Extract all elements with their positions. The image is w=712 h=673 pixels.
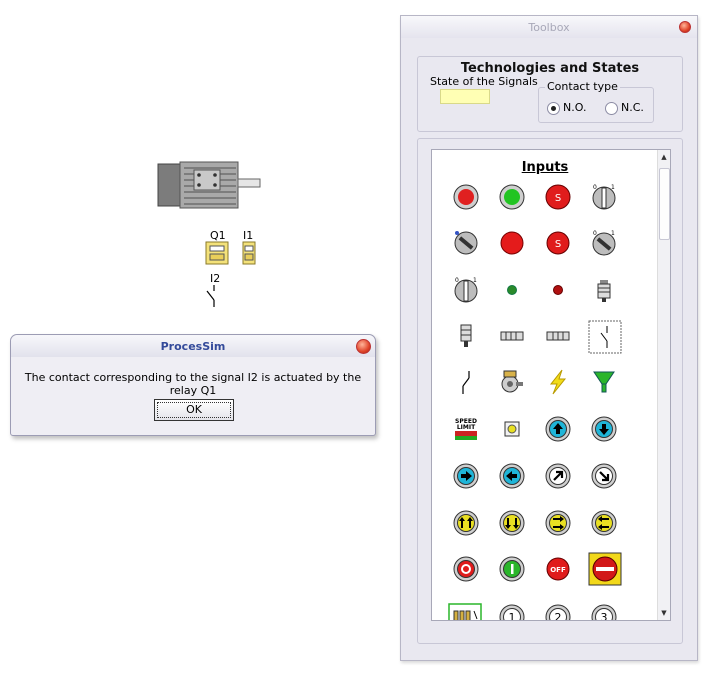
arrow-up-button-icon[interactable]: [544, 415, 572, 443]
lightning-icon[interactable]: [544, 368, 572, 396]
arrow-down-right-button-icon[interactable]: [590, 462, 618, 490]
double-arrow-down-button-icon[interactable]: [498, 509, 526, 537]
number-2-button-icon[interactable]: 2: [544, 603, 572, 621]
double-arrow-left-button-icon[interactable]: [590, 509, 618, 537]
yellow-square-button-icon[interactable]: [498, 415, 526, 443]
svg-text:1: 1: [473, 277, 477, 284]
contact-i2-label: I2: [210, 272, 221, 285]
ok-button[interactable]: OK: [154, 399, 234, 421]
contact-type-group: Contact type N.O. N.C.: [538, 80, 654, 123]
proximity-sensor-icon[interactable]: [590, 276, 618, 304]
number-3-button-icon[interactable]: 3: [590, 603, 618, 621]
photo-sensor-icon[interactable]: [498, 322, 526, 350]
svg-text:OFF: OFF: [550, 566, 566, 574]
relay-q1-icon[interactable]: [205, 241, 229, 265]
encoder-icon[interactable]: [498, 368, 526, 396]
svg-text:0: 0: [593, 184, 597, 191]
technologies-panel: Technologies and States State of the Sig…: [417, 56, 683, 132]
limit-contact-icon[interactable]: [588, 320, 622, 354]
svg-text:S: S: [555, 239, 561, 250]
arrow-right-button-icon[interactable]: [452, 462, 480, 490]
arrow-down-button-icon[interactable]: [590, 415, 618, 443]
dialog-close-button[interactable]: [356, 339, 371, 354]
radio-nc-label: N.C.: [621, 101, 644, 114]
svg-text:S: S: [555, 193, 561, 204]
red-lamp-icon[interactable]: [544, 276, 572, 304]
toolbox-close-button[interactable]: [679, 21, 691, 33]
selector-switch-icon[interactable]: [452, 229, 480, 257]
inputs-list: Inputs ▲ ▼ S 01 S 01 01 SPEEDLIMIT OFF: [431, 149, 671, 621]
contact-icon[interactable]: [452, 368, 480, 396]
inputs-title: Inputs: [521, 160, 569, 175]
double-arrow-right-button-icon[interactable]: [544, 509, 572, 537]
toolbox-title: Toolbox: [401, 16, 697, 38]
key-switch-icon[interactable]: 01: [590, 183, 618, 211]
svg-text:1: 1: [611, 184, 615, 191]
svg-text:0: 0: [455, 277, 459, 284]
red-ring-button-icon[interactable]: [452, 555, 480, 583]
contact-type-legend: Contact type: [545, 80, 620, 93]
radio-normally-open[interactable]: [547, 102, 560, 115]
red-emergency-button-2-icon[interactable]: S: [544, 229, 572, 257]
selector-switch-2-icon[interactable]: 01: [590, 229, 618, 257]
alert-dialog: ProcesSim The contact corresponding to t…: [10, 334, 376, 436]
svg-text:LIMIT: LIMIT: [457, 424, 476, 431]
radio-no-label: N.O.: [563, 101, 587, 114]
double-arrow-up-button-icon[interactable]: [452, 509, 480, 537]
arrow-up-right-button-icon[interactable]: [544, 462, 572, 490]
funnel-sensor-icon[interactable]: [590, 368, 618, 396]
green-on-button-icon[interactable]: [498, 555, 526, 583]
technologies-title: Technologies and States: [460, 61, 640, 76]
svg-text:1: 1: [611, 230, 615, 237]
dialog-title: ProcesSim: [11, 335, 375, 357]
red-button-icon[interactable]: [452, 183, 480, 211]
dialog-message: The contact corresponding to the signal …: [24, 371, 362, 397]
state-of-signals-field[interactable]: [440, 89, 490, 104]
state-of-signals-label: State of the Signals: [430, 75, 538, 88]
off-button-icon[interactable]: OFF: [544, 555, 572, 583]
red-emergency-button-icon[interactable]: S: [544, 183, 572, 211]
svg-text:3: 3: [601, 611, 608, 621]
input-i1-icon[interactable]: [242, 241, 256, 265]
number-1-button-icon[interactable]: 1: [498, 603, 526, 621]
svg-text:1: 1: [509, 611, 516, 621]
scroll-up-icon[interactable]: ▲: [659, 152, 669, 162]
green-lamp-icon[interactable]: [498, 276, 526, 304]
inductive-sensor-icon[interactable]: [452, 322, 480, 350]
scroll-thumb[interactable]: [659, 168, 670, 240]
scroll-down-icon[interactable]: ▼: [659, 608, 669, 618]
motor-icon[interactable]: [156, 160, 264, 210]
arrow-left-button-icon[interactable]: [498, 462, 526, 490]
inputs-scrollbar[interactable]: ▲ ▼: [657, 150, 670, 620]
radio-normally-closed[interactable]: [605, 102, 618, 115]
svg-text:2: 2: [555, 611, 562, 621]
thermal-relay-icon[interactable]: [448, 603, 482, 621]
contact-i2-icon[interactable]: [205, 285, 219, 307]
speed-limit-icon[interactable]: SPEEDLIMIT: [452, 415, 480, 443]
capacitive-sensor-icon[interactable]: [544, 322, 572, 350]
svg-text:0: 0: [593, 230, 597, 237]
green-button-icon[interactable]: [498, 183, 526, 211]
red-mushroom-button-icon[interactable]: [498, 229, 526, 257]
no-entry-button-icon[interactable]: [588, 552, 622, 586]
key-selector-icon[interactable]: 01: [452, 276, 480, 304]
